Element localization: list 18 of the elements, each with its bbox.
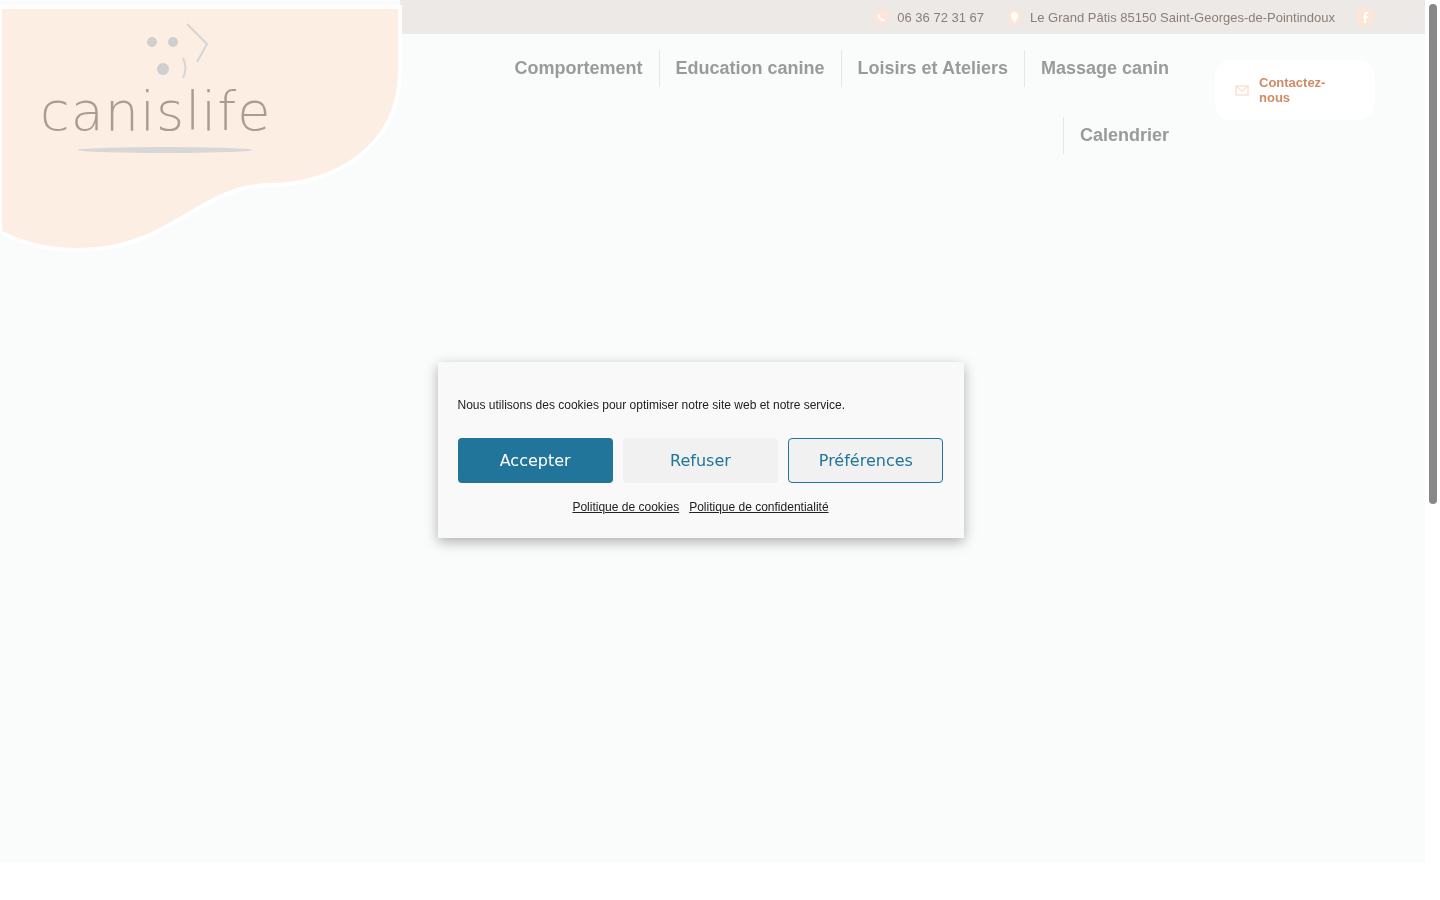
policy-link[interactable]: Politique de confidentialité: [689, 500, 829, 514]
logo[interactable]: canislife: [40, 80, 272, 143]
refuse-button[interactable]: Refuser: [622, 438, 779, 483]
accept-button[interactable]: Accepter: [457, 438, 613, 483]
phone-icon: [873, 9, 890, 25]
nav-link[interactable]: Calendrier: [1062, 117, 1185, 154]
cookie-message: Nous utilisons des cookies pour optimiser notre site web et notre service.: [457, 398, 846, 412]
nav-link[interactable]: Massage canin: [1023, 50, 1185, 87]
contact-button[interactable]: Contactez-nous: [1215, 60, 1375, 120]
mail-icon: [1235, 84, 1249, 96]
policy-link[interactable]: Politique de cookies: [572, 500, 680, 514]
contact-text: Le Grand Pâtis 85150 Saint-Georges-de-Pointindoux: [1030, 9, 1335, 25]
contact-text: 06 36 72 31 67: [897, 9, 985, 25]
nav-link[interactable]: Comportement: [498, 50, 659, 87]
map-pin-icon: [1006, 9, 1023, 25]
nav-link[interactable]: Education canine: [658, 50, 841, 87]
preferences-button[interactable]: Préférences: [788, 438, 944, 483]
nav-link[interactable]: Loisirs et Ateliers: [840, 50, 1024, 87]
